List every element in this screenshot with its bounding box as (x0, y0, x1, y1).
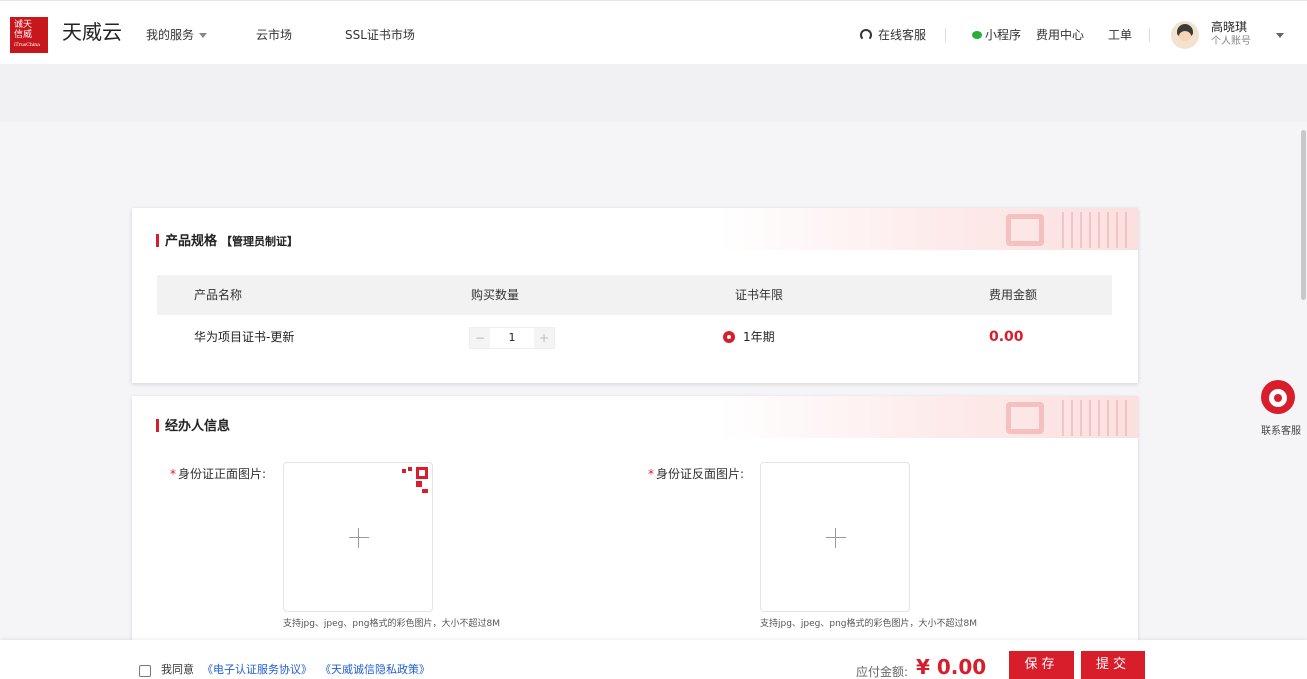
id-back-label-text: 身份证反面图片: (656, 467, 745, 481)
increment-button[interactable]: + (534, 328, 554, 348)
mini-program-link[interactable]: 小程序 (972, 26, 1021, 44)
logo-line-2: 信威 (14, 30, 33, 40)
quantity-stepper: − 1 + (469, 327, 555, 349)
id-back-upload[interactable] (760, 462, 910, 612)
qr-code-icon[interactable] (402, 467, 428, 493)
customer-service-icon[interactable] (1261, 380, 1295, 414)
product-spec-title: 产品规格 (165, 234, 218, 249)
headset-icon (860, 29, 872, 41)
billing-center-link[interactable]: 费用中心 (1036, 26, 1084, 44)
submit-button[interactable]: 提交 (1081, 651, 1145, 679)
logo-line-1: 诚天 (14, 20, 33, 30)
period-radio[interactable] (723, 331, 735, 343)
section-title-operator: 经办人信息 (156, 418, 230, 436)
decorative-bars-icon (1062, 400, 1132, 436)
save-button[interactable]: 保存 (1009, 651, 1074, 679)
divider (945, 28, 946, 42)
nav-my-services[interactable]: 我的服务 (146, 26, 208, 44)
nav-my-services-label: 我的服务 (146, 28, 195, 42)
operator-title: 经办人信息 (165, 419, 231, 434)
required-mark: * (170, 467, 176, 481)
card-decoration (718, 396, 1138, 438)
id-back-label: * 身份证反面图片: (648, 465, 744, 483)
plus-icon (358, 528, 359, 548)
brand-logo[interactable]: 诚天 信威 iTrusChina (10, 17, 48, 53)
section-title-product-spec: 产品规格 【管理员制证】 (156, 233, 298, 251)
id-back-upload-hint: 支持jpg、jpeg、png格式的彩色图片，大小不超过8M (760, 619, 978, 629)
user-name[interactable]: 高晓琪 (1211, 19, 1247, 35)
divider (1149, 28, 1150, 42)
id-front-label-text: 身份证正面图片: (178, 467, 267, 481)
decorative-bars-icon (1062, 212, 1132, 248)
ticket-link[interactable]: 工单 (1108, 26, 1132, 44)
decorative-logo-icon (1006, 214, 1044, 246)
column-header-quantity: 购买数量 (471, 288, 520, 302)
table-header: 产品名称 购买数量 证书年限 费用金额 (157, 275, 1112, 315)
agree-checkbox[interactable] (139, 665, 151, 677)
id-front-label: * 身份证正面图片: (170, 465, 266, 483)
required-mark: * (648, 467, 654, 481)
agree-text: 我同意 (161, 663, 194, 676)
quantity-input[interactable]: 1 (490, 328, 534, 348)
decrement-button[interactable]: − (470, 328, 490, 348)
id-front-upload[interactable] (283, 462, 433, 612)
mini-program-label: 小程序 (985, 28, 1022, 42)
wechat-icon (972, 31, 982, 39)
privacy-policy-link[interactable]: 《天威诚信隐私政策》 (320, 662, 430, 678)
card-decoration (718, 208, 1138, 250)
online-service-label: 在线客服 (878, 28, 927, 42)
title-accent-bar (156, 234, 159, 247)
amount-label: 应付金额: (856, 665, 909, 679)
plus-icon (826, 537, 846, 538)
contact-service-label[interactable]: 联系客服 (1261, 426, 1301, 438)
nav-cloud-market[interactable]: 云市场 (256, 26, 292, 44)
chevron-down-icon (199, 33, 208, 38)
decorative-logo-icon (1006, 402, 1044, 434)
nav-ssl-market[interactable]: SSL证书市场 (345, 26, 415, 44)
brand-name[interactable]: 天威云 (62, 17, 122, 47)
title-accent-bar (156, 419, 159, 432)
product-name: 华为项目证书-更新 (194, 330, 295, 344)
plus-icon (835, 528, 836, 548)
payable-amount: ¥ 0.00 (916, 655, 987, 679)
avatar[interactable] (1171, 21, 1199, 49)
scrollbar-thumb[interactable] (1301, 130, 1306, 300)
column-header-product-name: 产品名称 (194, 288, 243, 302)
fee-amount: 0.00 (989, 329, 1024, 345)
plus-icon (349, 537, 369, 538)
period-label[interactable]: 1年期 (743, 328, 775, 346)
operator-info-card: 经办人信息 * 身份证正面图片: 支持jpg、jpeg、png格式的彩色图片，大小… (132, 396, 1138, 640)
column-header-period: 证书年限 (735, 288, 784, 302)
column-header-fee: 费用金额 (989, 288, 1038, 302)
product-spec-tag: 【管理员制证】 (221, 235, 299, 248)
logo-sub: iTrusChina (14, 42, 40, 48)
top-band (0, 64, 1307, 122)
id-front-upload-hint: 支持jpg、jpeg、png格式的彩色图片，大小不超过8M (283, 619, 501, 629)
product-spec-card: 产品规格 【管理员制证】 产品名称 购买数量 证书年限 费用金额 华为项目证书-更… (132, 208, 1138, 383)
cert-agreement-link[interactable]: 《电子认证服务协议》 (202, 662, 312, 678)
top-header: 诚天 信威 iTrusChina 天威云 我的服务 云市场 SSL证书市场 在线… (0, 0, 1307, 64)
user-menu-chevron-icon[interactable] (1276, 33, 1284, 38)
online-service-link[interactable]: 在线客服 (860, 26, 926, 44)
account-type: 个人账号 (1211, 36, 1251, 47)
